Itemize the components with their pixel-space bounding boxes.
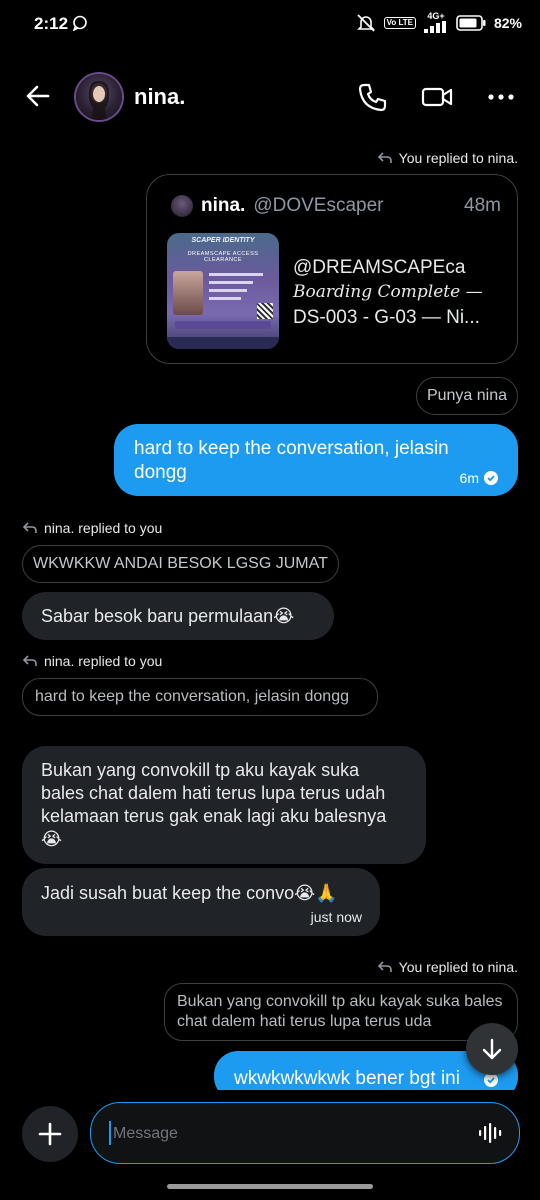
chat-header: nina. bbox=[0, 62, 540, 132]
contact-avatar[interactable] bbox=[76, 74, 122, 120]
reply-label-text: nina. replied to you bbox=[44, 520, 163, 536]
link-line-2: Boarding Complete — bbox=[293, 282, 483, 302]
reply-icon bbox=[377, 961, 392, 972]
phone-call-icon[interactable] bbox=[356, 80, 390, 114]
reply-label-text: You replied to nina. bbox=[398, 959, 518, 975]
status-time: 2:12 bbox=[34, 14, 69, 33]
network-type: 4G+ bbox=[427, 11, 445, 21]
message-caption-pill: Punya nina bbox=[415, 377, 518, 415]
home-indicator bbox=[167, 1184, 373, 1189]
message-input[interactable] bbox=[111, 1121, 455, 1147]
message-text: wkwkwkwkwk bener bgt ini bbox=[234, 1068, 460, 1089]
more-options-icon[interactable] bbox=[484, 80, 518, 114]
message-time: 6m bbox=[459, 470, 479, 486]
quoted-post-handle: @DOVEscaper bbox=[253, 195, 384, 216]
outgoing-message[interactable]: hard to keep the conversation, jelasin d… bbox=[114, 424, 518, 496]
reply-label: You replied to nina. bbox=[377, 959, 518, 975]
message-composer[interactable] bbox=[90, 1102, 520, 1164]
message-notification-icon bbox=[72, 15, 87, 31]
mute-icon bbox=[356, 13, 375, 32]
quoted-post-name: nina. bbox=[201, 195, 246, 216]
signal-group: 4G+ bbox=[423, 11, 448, 33]
image-portrait bbox=[173, 271, 203, 315]
reply-label-text: nina. replied to you bbox=[44, 653, 163, 669]
reply-icon bbox=[22, 655, 37, 666]
arrow-down-icon bbox=[482, 1038, 502, 1060]
video-call-icon[interactable] bbox=[420, 80, 454, 114]
battery-icon bbox=[456, 14, 486, 31]
reply-label-text: You replied to nina. bbox=[398, 150, 518, 166]
text-caret bbox=[109, 1121, 111, 1145]
quoted-post-image[interactable]: SCAPER IDENTITY DREAMSCAPE ACCESS CLEARA… bbox=[167, 233, 279, 349]
voice-message-icon[interactable] bbox=[477, 1120, 503, 1146]
quoted-post-time: 48m bbox=[464, 195, 501, 216]
signal-icon bbox=[423, 21, 446, 33]
avatar-portrait-icon bbox=[88, 80, 109, 120]
volte-badge: Vo LTE bbox=[383, 16, 416, 29]
incoming-message[interactable]: Bukan yang convokill tp aku kayak suka b… bbox=[22, 746, 426, 864]
status-bar: 2:12 Vo LTE 4G+ 82% bbox=[0, 0, 540, 50]
reply-label: You replied to nina. bbox=[377, 150, 518, 166]
quoted-post-avatar bbox=[171, 195, 193, 217]
link-line-3: DS-003 - G-03 — Ni... bbox=[293, 307, 480, 328]
read-check-icon bbox=[484, 471, 498, 485]
quoted-post-header: nina. @DOVEscaper 48m bbox=[171, 195, 501, 217]
reply-icon bbox=[22, 522, 37, 533]
message-meta: 6m bbox=[460, 466, 498, 490]
message-text: Sabar besok baru permulaan😭 bbox=[41, 606, 295, 626]
link-title: @DREAMSCAPEca bbox=[293, 257, 466, 278]
quoted-message-box[interactable]: hard to keep the conversation, jelasin d… bbox=[22, 678, 378, 716]
quoted-message-box[interactable]: Bukan yang convokill tp aku kayak suka b… bbox=[164, 983, 518, 1041]
quoted-message-pill[interactable]: WKWKKW ANDAI BESOK LGSG JUMAT bbox=[22, 545, 339, 583]
scroll-to-bottom-button[interactable] bbox=[466, 1023, 518, 1075]
image-subtitle: DREAMSCAPE ACCESS CLEARANCE bbox=[187, 251, 259, 263]
attach-button[interactable] bbox=[22, 1106, 78, 1162]
quoted-post-card[interactable]: nina. @DOVEscaper 48m SCAPER IDENTITY DR… bbox=[146, 174, 518, 364]
reply-label: nina. replied to you bbox=[22, 520, 162, 536]
message-text: Jadi susah buat keep the convo😭🙏 bbox=[41, 883, 338, 903]
qr-code-icon bbox=[257, 303, 273, 319]
read-check-icon bbox=[484, 1073, 498, 1087]
back-arrow-icon[interactable] bbox=[22, 80, 54, 112]
status-right-group: Vo LTE 4G+ 82% bbox=[356, 12, 522, 33]
plus-icon bbox=[38, 1122, 62, 1146]
reply-icon bbox=[377, 152, 392, 163]
message-time: just now bbox=[310, 909, 362, 925]
quoted-post-link-preview: @DREAMSCAPEca Boarding Complete — DS-003… bbox=[293, 255, 503, 330]
message-text: hard to keep the conversation, jelasin d… bbox=[134, 438, 449, 483]
reply-label: nina. replied to you bbox=[22, 653, 162, 669]
message-text: Bukan yang convokill tp aku kayak suka b… bbox=[41, 760, 387, 849]
incoming-message[interactable]: Sabar besok baru permulaan😭 bbox=[22, 592, 334, 640]
battery-percent: 82% bbox=[493, 14, 522, 31]
contact-name[interactable]: nina. bbox=[134, 84, 185, 110]
incoming-message[interactable]: Jadi susah buat keep the convo😭🙏 just no… bbox=[22, 868, 380, 936]
image-title: SCAPER IDENTITY bbox=[191, 237, 255, 244]
